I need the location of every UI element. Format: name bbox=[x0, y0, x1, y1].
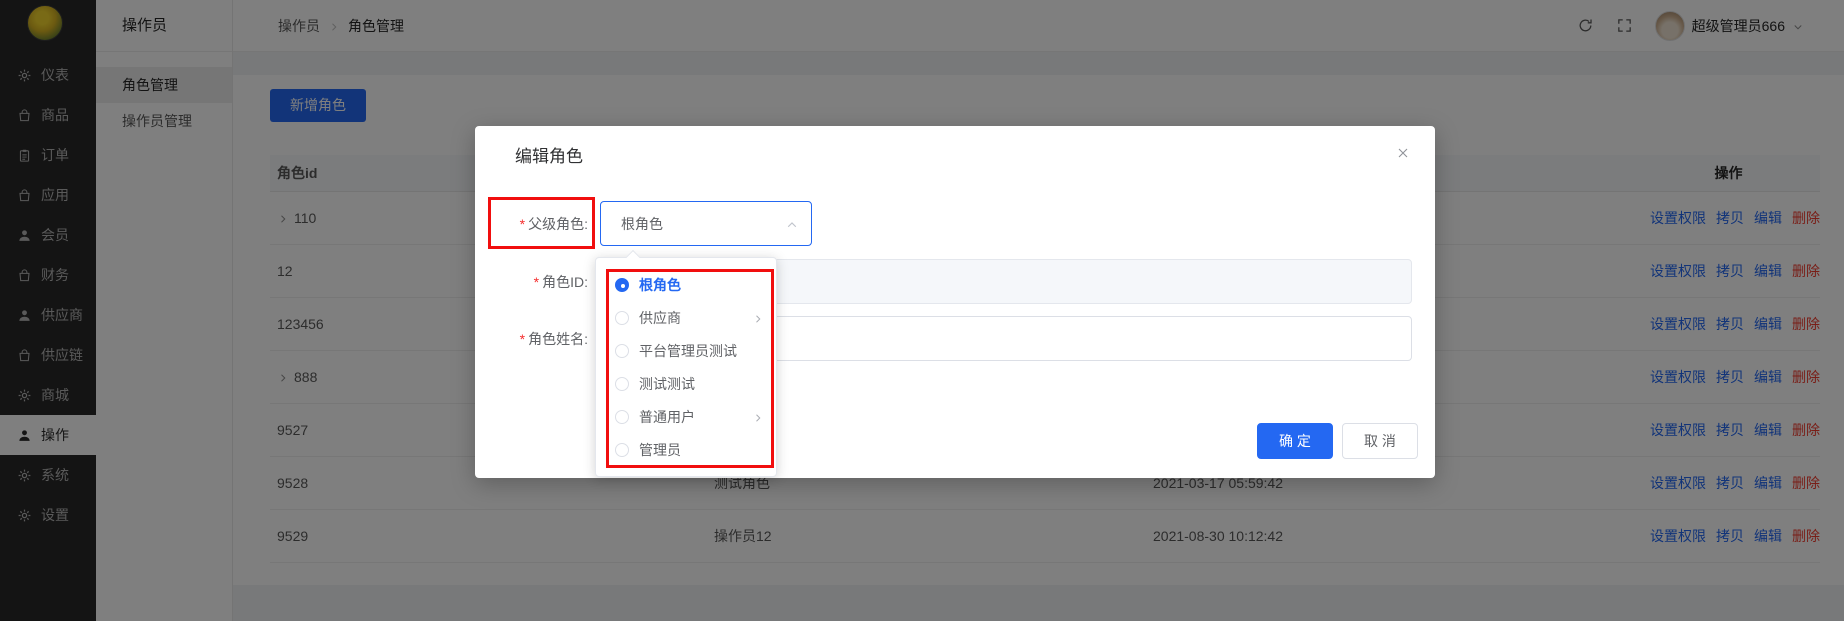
radio-icon bbox=[615, 443, 629, 457]
parent-role-dropdown: 根角色 供应商 平台管理员测试 测试测试 普通用户 管理员 bbox=[595, 257, 777, 477]
confirm-button[interactable]: 确 定 bbox=[1257, 423, 1333, 459]
radio-icon bbox=[615, 377, 629, 391]
parent-role-label: *父级角色: bbox=[475, 214, 588, 234]
chevron-right-icon bbox=[752, 310, 764, 326]
dropdown-option-admin[interactable]: 管理员 bbox=[596, 433, 776, 466]
dropdown-option-test-test[interactable]: 测试测试 bbox=[596, 367, 776, 400]
chevron-right-icon bbox=[752, 409, 764, 425]
parent-role-select[interactable]: 根角色 bbox=[600, 201, 812, 246]
required-mark: * bbox=[520, 331, 525, 347]
dropdown-option-platform-admin-test[interactable]: 平台管理员测试 bbox=[596, 334, 776, 367]
field-parent-role: *父级角色: 根角色 bbox=[475, 201, 588, 246]
radio-icon bbox=[615, 344, 629, 358]
dropdown-option-supplier[interactable]: 供应商 bbox=[596, 301, 776, 334]
dropdown-option-normal-user[interactable]: 普通用户 bbox=[596, 400, 776, 433]
required-mark: * bbox=[534, 274, 539, 290]
required-mark: * bbox=[520, 216, 525, 232]
app-root: 仪表 商品 订单 应用 会员 财务 供应商 供应链 bbox=[0, 0, 1844, 621]
field-role-id: *角色ID: bbox=[475, 259, 588, 304]
parent-role-value: 根角色 bbox=[621, 214, 663, 234]
dropdown-option-root-role[interactable]: 根角色 bbox=[596, 268, 776, 301]
dialog-title: 编辑角色 bbox=[515, 142, 583, 167]
cancel-button[interactable]: 取 消 bbox=[1342, 423, 1418, 459]
role-id-label: *角色ID: bbox=[475, 272, 588, 292]
radio-selected-icon bbox=[615, 278, 629, 292]
radio-icon bbox=[615, 410, 629, 424]
radio-icon bbox=[615, 311, 629, 325]
chevron-up-icon bbox=[785, 215, 799, 231]
field-role-name: *角色姓名: bbox=[475, 316, 588, 361]
role-name-label: *角色姓名: bbox=[475, 329, 588, 349]
close-icon[interactable] bbox=[1395, 144, 1411, 161]
